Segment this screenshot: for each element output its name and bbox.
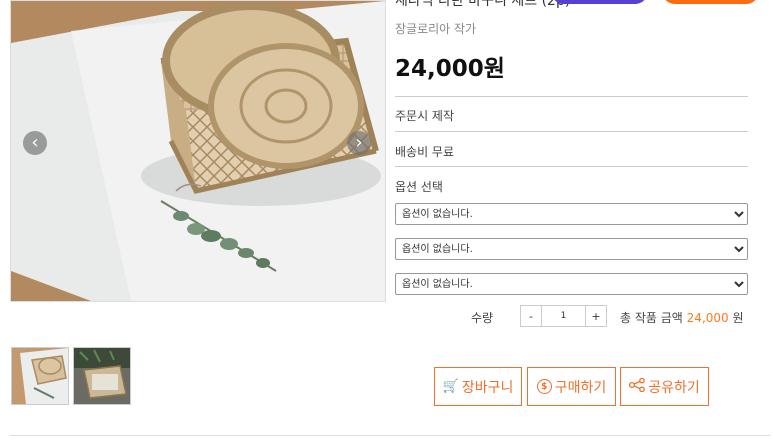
quantity-stepper: - 1 + bbox=[520, 305, 607, 327]
total-amount: 24,000 bbox=[686, 311, 729, 325]
section-divider bbox=[10, 435, 770, 436]
divider bbox=[395, 131, 748, 132]
top-purple-button[interactable] bbox=[551, 0, 648, 4]
artist-name[interactable]: 장글로리아 작가 bbox=[395, 20, 476, 37]
main-product-image: ‹ › bbox=[10, 0, 386, 302]
add-to-cart-button[interactable]: 🛒 장바구니 bbox=[434, 367, 522, 406]
buy-button-label: 구매하기 bbox=[554, 379, 607, 396]
options-label: 옵션 선택 bbox=[395, 180, 443, 194]
share-button-label: 공유하기 bbox=[648, 379, 700, 396]
chevron-left-icon: ‹ bbox=[31, 132, 39, 153]
share-button[interactable]: 공유하기 bbox=[620, 367, 709, 406]
total-price: 총 작품 금액 24,000 원 bbox=[620, 309, 744, 326]
divider bbox=[395, 96, 748, 97]
thumbnail-2[interactable] bbox=[73, 347, 131, 405]
next-image-button[interactable]: › bbox=[347, 131, 371, 155]
divider bbox=[395, 166, 748, 167]
cart-icon: 🛒 bbox=[442, 379, 459, 394]
total-label: 총 작품 금액 bbox=[620, 311, 683, 325]
quantity-input[interactable]: 1 bbox=[541, 306, 586, 326]
option-select-3[interactable]: 옵션이 없습니다. bbox=[395, 273, 748, 295]
made-to-order-text: 주문시 제작 bbox=[395, 109, 455, 123]
shipping-text: 배송비 무료 bbox=[395, 145, 455, 159]
option-select-1[interactable]: 옵션이 없습니다. bbox=[395, 203, 748, 225]
quantity-minus-button[interactable]: - bbox=[521, 306, 541, 326]
dollar-icon: $ bbox=[536, 379, 552, 394]
cart-button-label: 장바구니 bbox=[461, 379, 514, 396]
product-photo bbox=[11, 1, 385, 301]
total-unit: 원 bbox=[732, 311, 744, 325]
buy-now-button[interactable]: $ 구매하기 bbox=[527, 367, 616, 406]
thumbnail-photo bbox=[12, 348, 68, 404]
top-orange-button[interactable] bbox=[662, 0, 759, 4]
option-select-2[interactable]: 옵션이 없습니다. bbox=[395, 238, 748, 260]
thumbnail-photo bbox=[74, 348, 130, 404]
thumbnail-1[interactable] bbox=[11, 347, 69, 405]
quantity-label: 수량 bbox=[471, 311, 494, 325]
product-price: 24,000원 bbox=[395, 56, 505, 82]
chevron-right-icon: › bbox=[355, 132, 363, 153]
prev-image-button[interactable]: ‹ bbox=[23, 131, 47, 155]
product-title: 세라믹 라탄 바구니 세트 (2p) bbox=[395, 0, 571, 9]
quantity-plus-button[interactable]: + bbox=[586, 306, 606, 326]
share-icon bbox=[629, 377, 646, 396]
